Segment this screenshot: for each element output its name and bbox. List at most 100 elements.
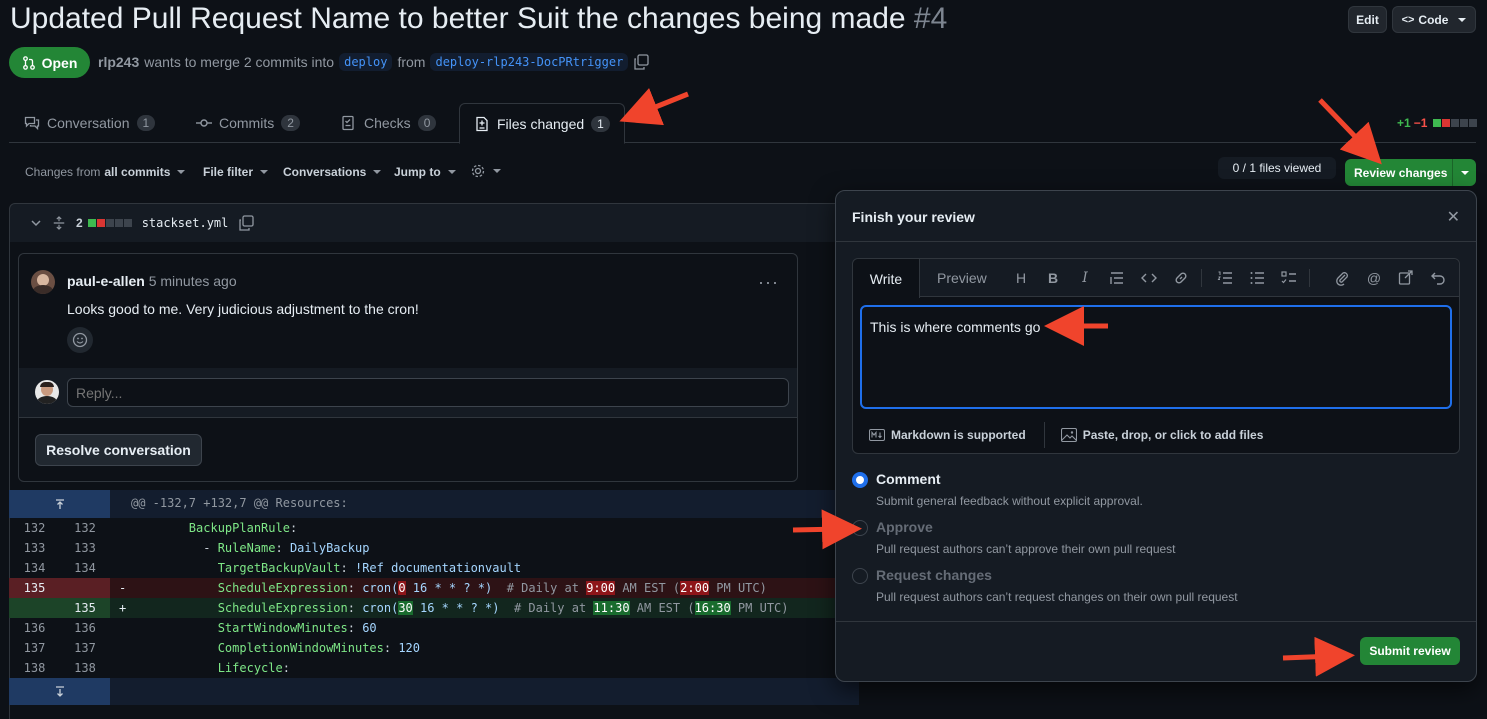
tab-commits[interactable]: Commits 2 — [182, 103, 314, 143]
chevron-down-icon — [493, 169, 501, 173]
hunk-header-text: @@ -132,7 +132,7 @@ Resources: — [131, 496, 348, 510]
close-icon[interactable]: ✕ — [1447, 207, 1460, 227]
pr-tabs: Conversation 1 Commits 2 Checks 0 Files … — [9, 103, 1476, 144]
chevron-down-icon — [373, 170, 382, 174]
comment-icon — [24, 116, 40, 131]
jump-to-dropdown[interactable]: Jump to — [394, 165, 456, 179]
pr-number: #4 — [913, 2, 948, 35]
bullet-list-icon[interactable] — [1247, 268, 1267, 288]
dialog-title: Finish your review — [852, 209, 975, 225]
diff-line: 134 134 TargetBackupVault: !Ref documenta… — [23, 561, 522, 575]
option-approve-desc: Pull request authors can’t approve their… — [876, 542, 1176, 556]
diff-line-added: 135 + ScheduleExpression: cron(30 16 * * … — [9, 598, 859, 618]
diffstat-bar — [1432, 119, 1478, 127]
avatar[interactable] — [31, 270, 55, 294]
chevron-down-icon[interactable] — [30, 217, 42, 229]
numbered-list-icon[interactable] — [1215, 268, 1235, 288]
attach-icon[interactable] — [1332, 268, 1352, 288]
changes-from-dropdown[interactable]: Changes from all commits — [25, 165, 186, 179]
tab-write[interactable]: Write — [853, 259, 920, 298]
code-icon[interactable] — [1139, 268, 1159, 288]
file-header: 2 stackset.yml — [9, 203, 859, 243]
markdown-help-link[interactable]: Markdown is supported — [869, 428, 1026, 442]
expand-up-button[interactable] — [9, 490, 110, 518]
bold-icon[interactable]: B — [1043, 268, 1063, 288]
reply-input[interactable] — [67, 378, 789, 407]
review-changes-button[interactable]: Review changes — [1345, 159, 1476, 186]
settings-dropdown[interactable] — [470, 163, 501, 179]
chevron-down-icon — [177, 170, 186, 174]
review-changes-dropdown[interactable] — [1452, 159, 1476, 186]
conversations-dropdown[interactable]: Conversations — [283, 165, 382, 179]
tab-count: 0 — [417, 115, 437, 131]
diff-line: 137 137 CompletionWindowMinutes: 120 — [23, 641, 421, 655]
attach-files-button[interactable]: Paste, drop, or click to add files — [1060, 428, 1263, 442]
tab-count: 1 — [136, 115, 156, 131]
heading-icon[interactable]: H — [1011, 268, 1031, 288]
comment-editor: Write Preview H B I @ This is where comm… — [852, 258, 1460, 454]
undo-icon[interactable] — [1428, 268, 1448, 288]
copy-icon[interactable] — [238, 215, 255, 231]
avatar — [35, 380, 59, 404]
comment-author[interactable]: paul-e-allen — [67, 273, 145, 289]
file-diff-icon — [476, 116, 488, 131]
more-options-icon[interactable]: ··· — [758, 272, 779, 293]
review-comment-textarea[interactable]: This is where comments go — [860, 305, 1452, 409]
pr-title: Updated Pull Request Name to better Suit… — [10, 2, 947, 36]
comment-body: Looks good to me. Very judicious adjustm… — [67, 301, 419, 317]
status-badge: Open — [9, 47, 90, 78]
option-approve-label: Approve — [876, 519, 933, 535]
pr-author[interactable]: rlp243 — [98, 54, 139, 70]
chevron-down-icon — [260, 170, 269, 174]
expand-down-button[interactable] — [9, 678, 110, 705]
file-filter-dropdown[interactable]: File filter — [203, 165, 269, 179]
expand-down-icon — [55, 685, 64, 697]
unfold-icon[interactable] — [52, 216, 66, 230]
mention-icon[interactable]: @ — [1364, 268, 1384, 288]
tab-count: 2 — [281, 115, 300, 131]
tab-count: 1 — [591, 115, 610, 132]
image-icon — [1060, 428, 1077, 442]
option-comment-desc: Submit general feedback without explicit… — [876, 494, 1143, 508]
task-list-icon[interactable] — [1279, 268, 1299, 288]
diff-line: 132 132 BackupPlanRule: — [23, 521, 298, 535]
editor-toolbar: Write Preview H B I @ — [853, 259, 1459, 298]
head-branch[interactable]: deploy-rlp243-DocPRtrigger — [430, 53, 629, 71]
base-branch[interactable]: deploy — [339, 53, 393, 71]
markdown-icon — [869, 429, 885, 441]
comment-time[interactable]: 5 minutes ago — [149, 273, 237, 289]
diff-line: 133 133 - RuleName: DailyBackup — [23, 541, 370, 555]
radio-comment[interactable] — [852, 472, 868, 488]
resolve-conversation-button[interactable]: Resolve conversation — [35, 434, 202, 466]
diffstat: +1 −1 — [1397, 116, 1478, 130]
copy-icon[interactable] — [633, 54, 649, 70]
submit-review-button[interactable]: Submit review — [1360, 637, 1460, 665]
code-button[interactable]: <> Code — [1392, 6, 1476, 33]
italic-icon[interactable]: I — [1075, 268, 1095, 288]
gear-icon — [471, 164, 485, 178]
diff-line: 136 136 StartWindowMinutes: 60 — [23, 621, 377, 635]
reference-icon[interactable] — [1396, 268, 1416, 288]
tab-checks[interactable]: Checks 0 — [327, 103, 450, 143]
tab-files-changed[interactable]: Files changed 1 — [459, 103, 625, 144]
link-icon[interactable] — [1171, 268, 1191, 288]
files-viewed-counter: 0 / 1 files viewed — [1218, 157, 1336, 179]
quote-icon[interactable] — [1107, 268, 1127, 288]
chevron-down-icon — [447, 170, 456, 174]
radio-approve[interactable] — [852, 520, 868, 536]
file-change-count: 2 — [76, 216, 83, 230]
radio-request-changes[interactable] — [852, 568, 868, 584]
review-comment-thread: paul-e-allen 5 minutes ago ··· Looks goo… — [18, 253, 798, 482]
chevron-down-icon — [1458, 17, 1467, 22]
commit-icon — [196, 119, 212, 127]
option-request-changes-desc: Pull request authors can’t request chang… — [876, 590, 1238, 604]
tab-conversation[interactable]: Conversation 1 — [10, 103, 169, 143]
pr-meta: rlp243 wants to merge 2 commits into dep… — [98, 53, 649, 71]
expand-up-icon — [55, 499, 64, 509]
tab-preview[interactable]: Preview — [937, 270, 987, 286]
add-reaction-button[interactable] — [67, 327, 93, 353]
file-name[interactable]: stackset.yml — [142, 216, 229, 230]
chevron-down-icon — [1460, 170, 1469, 175]
edit-button[interactable]: Edit — [1348, 6, 1387, 33]
diff-line: 138 138 Lifecycle: — [23, 661, 290, 675]
